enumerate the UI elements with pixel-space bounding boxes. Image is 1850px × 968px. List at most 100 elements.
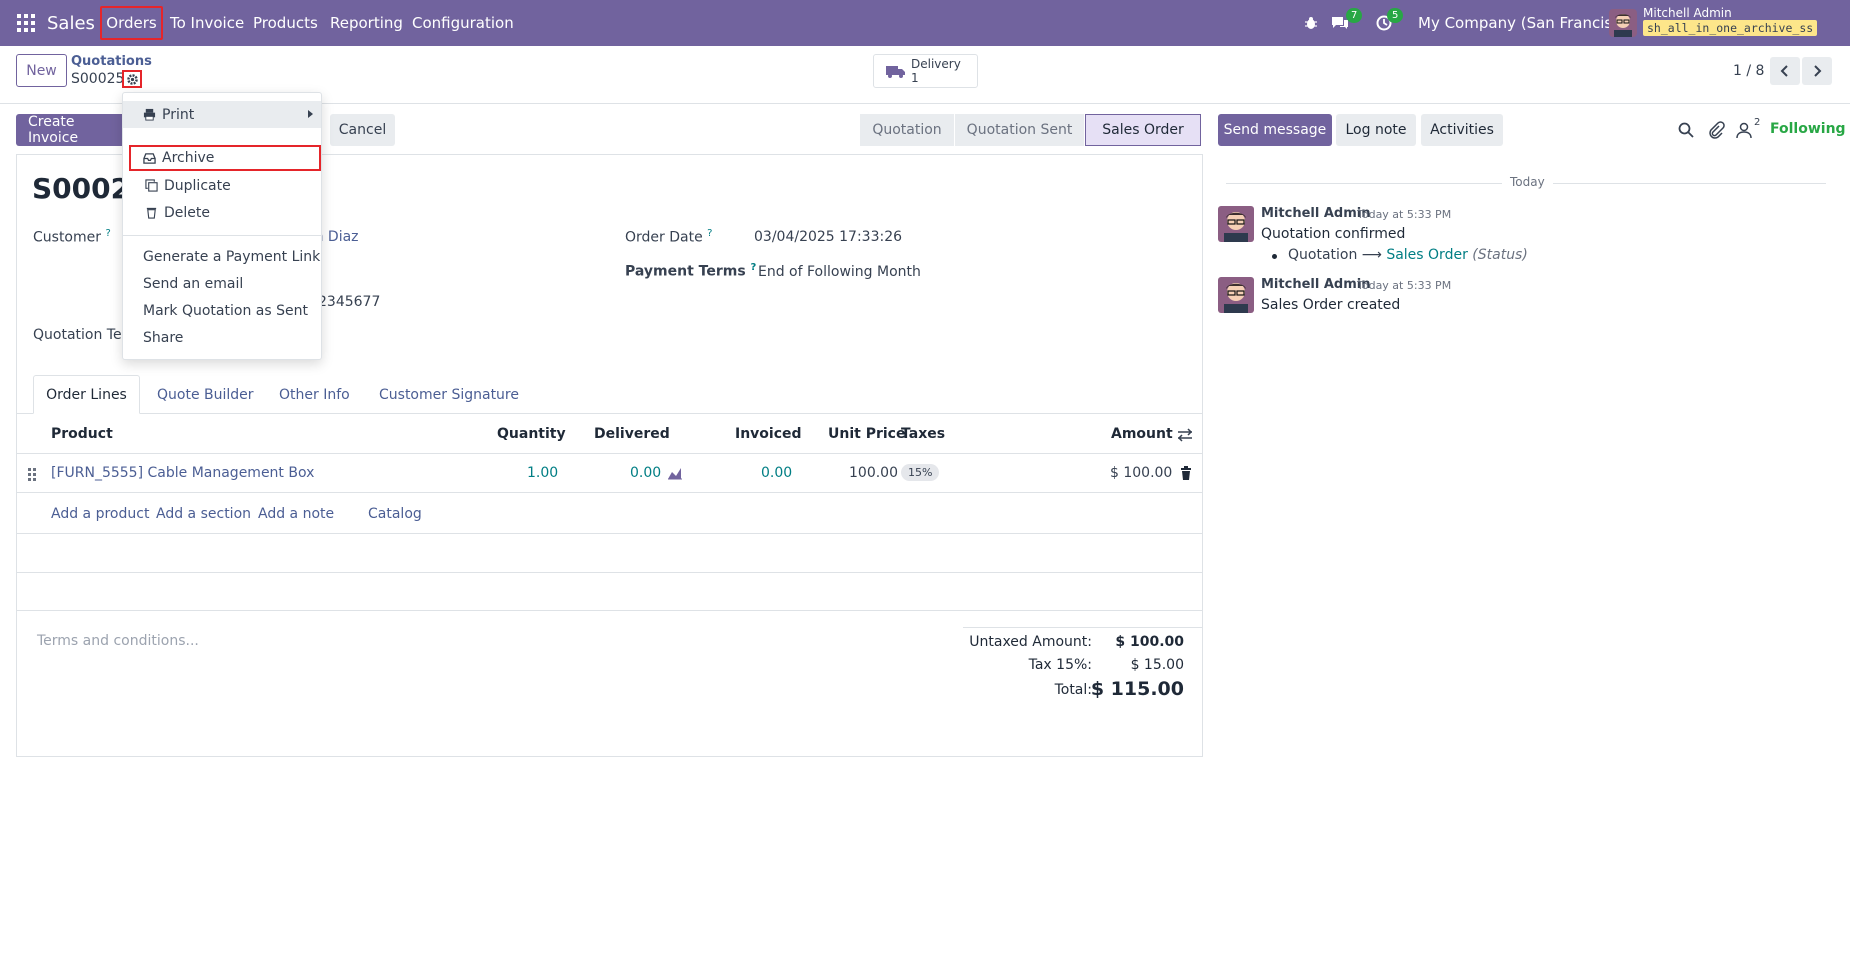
stage-quotation[interactable]: Quotation <box>860 114 955 146</box>
apps-menu-icon[interactable] <box>16 0 36 46</box>
status-bar: Quotation Quotation Sent Sales Order <box>860 114 1201 146</box>
col-product[interactable]: Product <box>51 426 113 442</box>
menu-to-invoice[interactable]: To Invoice <box>170 0 244 46</box>
payment-terms-value[interactable]: End of Following Month <box>758 264 921 280</box>
menu-orders[interactable]: Orders <box>100 6 163 40</box>
breadcrumb-parent[interactable]: Quotations <box>71 54 152 69</box>
date-separator-label: Today <box>1502 175 1553 189</box>
new-button[interactable]: New <box>16 54 67 87</box>
chat-count-badge: 7 <box>1346 8 1363 23</box>
gear-actions-icon[interactable] <box>122 70 142 88</box>
tax-label: Tax 15%: <box>1028 657 1092 673</box>
col-quantity[interactable]: Quantity <box>497 426 566 442</box>
app-brand[interactable]: Sales <box>47 0 95 46</box>
chevron-right-icon <box>1814 65 1822 77</box>
pager-value[interactable]: 1 / 8 <box>1733 63 1764 79</box>
search-icon[interactable] <box>1677 121 1695 139</box>
message-author[interactable]: Mitchell Admin <box>1261 206 1370 221</box>
printer-icon <box>143 108 156 121</box>
delivery-label: Delivery <box>911 57 961 71</box>
line-quantity[interactable]: 1.00 <box>527 465 558 481</box>
message-author-avatar[interactable] <box>1218 206 1254 242</box>
add-line-row: Add a product Add a section Add a note C… <box>16 494 1203 534</box>
tracking-old-value: Quotation <box>1288 247 1358 263</box>
empty-row <box>16 573 1203 611</box>
debug-bug-icon[interactable] <box>1304 0 1318 46</box>
line-invoiced[interactable]: 0.00 <box>761 465 792 481</box>
print-menu-item[interactable]: Print <box>123 101 321 128</box>
duplicate-label: Duplicate <box>164 177 231 194</box>
pager-next-button[interactable] <box>1802 57 1832 85</box>
line-delivered[interactable]: 0.00 <box>630 465 661 481</box>
log-note-button[interactable]: Log note <box>1336 114 1416 146</box>
add-section-link[interactable]: Add a section <box>156 506 251 522</box>
dropdown-divider <box>123 235 321 236</box>
send-email-item[interactable]: Send an email <box>123 270 321 297</box>
user-name[interactable]: Mitchell Admin <box>1643 6 1732 20</box>
table-row[interactable]: [FURN_5555] Cable Management Box 1.00 0.… <box>16 455 1203 493</box>
line-unit-price[interactable]: 100.00 <box>849 465 898 481</box>
tracking-bullet <box>1272 254 1277 259</box>
menu-products[interactable]: Products <box>253 0 318 46</box>
trash-icon[interactable] <box>1180 466 1192 480</box>
line-product[interactable]: [FURN_5555] Cable Management Box <box>51 465 314 481</box>
optional-columns-icon[interactable] <box>1177 428 1193 442</box>
tab-order-lines[interactable]: Order Lines <box>33 375 140 414</box>
followers-count: 2 <box>1754 117 1761 128</box>
col-taxes[interactable]: Taxes <box>901 426 945 442</box>
activities-button[interactable]: Activities <box>1421 114 1503 146</box>
notebook-tabs: Order Lines Quote Builder Other Info Cus… <box>16 375 1203 414</box>
col-invoiced[interactable]: Invoiced <box>735 426 802 442</box>
stage-sales-order[interactable]: Sales Order <box>1085 114 1201 146</box>
payment-terms-label: Payment Terms ? <box>625 262 757 280</box>
forecast-chart-icon[interactable] <box>667 466 683 480</box>
user-avatar[interactable] <box>1609 9 1637 37</box>
customer-label: Customer ? <box>33 228 111 246</box>
untaxed-amount-label: Untaxed Amount: <box>969 634 1092 650</box>
empty-row <box>16 535 1203 573</box>
archive-menu-item[interactable]: Archive <box>129 145 321 171</box>
add-note-link[interactable]: Add a note <box>258 506 334 522</box>
cancel-button[interactable]: Cancel <box>330 114 395 146</box>
create-invoice-button[interactable]: Create Invoice <box>16 114 128 146</box>
mark-quotation-sent-item[interactable]: Mark Quotation as Sent <box>123 297 321 324</box>
share-item[interactable]: Share <box>123 324 321 351</box>
drag-handle-icon[interactable] <box>27 467 37 481</box>
company-switcher[interactable]: My Company (San Francisco) <box>1418 0 1635 46</box>
following-button[interactable]: Following <box>1770 121 1846 137</box>
message-author[interactable]: Mitchell Admin <box>1261 277 1370 292</box>
total-value: $ 115.00 <box>1090 678 1184 700</box>
col-amount[interactable]: Amount <box>1111 426 1173 442</box>
database-name: sh_all_in_one_archive_ss <box>1643 20 1818 36</box>
order-date-value[interactable]: 03/04/2025 17:33:26 <box>754 229 902 245</box>
add-product-link[interactable]: Add a product <box>51 506 149 522</box>
message-body: Quotation confirmed <box>1261 226 1406 242</box>
duplicate-menu-item[interactable]: Duplicate <box>123 172 321 199</box>
stage-quotation-sent[interactable]: Quotation Sent <box>955 114 1085 146</box>
message-author-avatar[interactable] <box>1218 277 1254 313</box>
messaging-chat-icon[interactable] <box>1330 0 1350 46</box>
col-delivered[interactable]: Delivered <box>594 426 670 442</box>
menu-reporting[interactable]: Reporting <box>330 0 403 46</box>
top-navbar: Sales Orders To Invoice Products Reporti… <box>0 0 1850 46</box>
tab-quote-builder[interactable]: Quote Builder <box>157 375 254 414</box>
activity-clock-icon[interactable] <box>1376 0 1392 46</box>
paperclip-icon[interactable] <box>1707 121 1725 139</box>
order-date-label: Order Date ? <box>625 228 713 246</box>
order-lines-header: Product Quantity Delivered Invoiced Unit… <box>16 416 1203 454</box>
col-unit-price[interactable]: Unit Price <box>828 426 905 442</box>
line-tax-badge[interactable]: 15% <box>901 464 940 481</box>
followers-user-icon[interactable] <box>1735 121 1753 139</box>
menu-configuration[interactable]: Configuration <box>412 0 514 46</box>
pager-previous-button[interactable] <box>1770 57 1800 85</box>
line-amount: $ 100.00 <box>1110 465 1173 481</box>
delete-label: Delete <box>164 204 210 221</box>
tab-other-info[interactable]: Other Info <box>279 375 350 414</box>
delete-menu-item[interactable]: Delete <box>123 199 321 226</box>
generate-payment-link-item[interactable]: Generate a Payment Link <box>123 243 321 270</box>
terms-and-conditions-field[interactable]: Terms and conditions... <box>37 633 199 649</box>
tab-customer-signature[interactable]: Customer Signature <box>379 375 519 414</box>
catalog-link[interactable]: Catalog <box>368 506 422 522</box>
send-message-button[interactable]: Send message <box>1218 114 1332 146</box>
delivery-smart-button[interactable]: Delivery 1 <box>873 54 978 88</box>
